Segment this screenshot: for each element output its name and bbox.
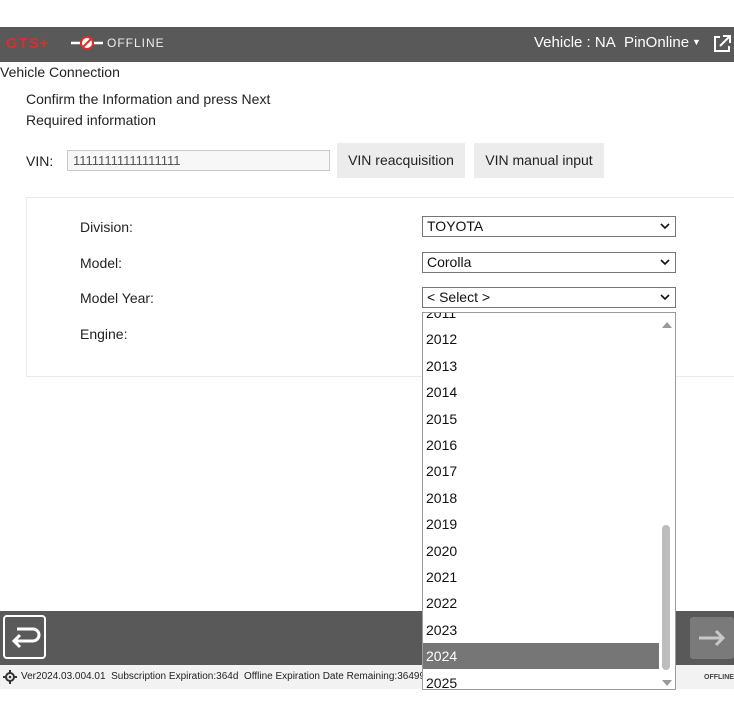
vin-label: VIN:	[26, 153, 54, 169]
model-year-dropdown-list[interactable]: 2011 2012 2013 2014 2015 2016 2017 2018 2019 2020…	[422, 312, 676, 690]
version-text: Ver2024.03.004.01	[21, 671, 106, 682]
vin-manual-input-button[interactable]: VIN manual input	[474, 143, 604, 178]
scroll-down-arrow-icon[interactable]	[661, 678, 673, 688]
model-label: Model:	[80, 255, 123, 271]
chevron-down-icon	[660, 223, 670, 230]
external-link-icon[interactable]	[712, 34, 732, 59]
subscription-text: Subscription Expiration:364d	[111, 671, 239, 682]
dropdown-option-2015[interactable]: 2015	[423, 406, 659, 432]
return-arrow-icon	[11, 627, 41, 649]
division-select-value: TOYOTA	[427, 218, 484, 234]
engine-label: Engine:	[80, 326, 128, 342]
dropdown-option-2012[interactable]: 2012	[423, 326, 659, 352]
model-select[interactable]: Corolla	[422, 252, 676, 273]
app-logo: GTS+	[6, 35, 50, 52]
arrow-right-icon	[699, 629, 726, 647]
dropdown-option-2018[interactable]: 2018	[423, 485, 659, 511]
pin-online-menu-label: PinOnline	[624, 34, 690, 51]
dropdown-option-2024[interactable]: 2024	[423, 643, 659, 670]
dropdown-option-2013[interactable]: 2013	[423, 353, 659, 379]
dropdown-option-2025[interactable]: 2025	[423, 670, 659, 689]
dropdown-option-2023[interactable]: 2023	[423, 617, 659, 643]
chevron-down-icon	[660, 294, 670, 301]
gear-icon	[3, 670, 17, 684]
model-select-value: Corolla	[427, 254, 472, 270]
status-text: Ver2024.03.004.01 Subscription Expiratio…	[21, 671, 431, 682]
vin-input[interactable]	[67, 150, 330, 171]
instruction-text: Confirm the Information and press Next	[26, 91, 271, 107]
dropdown-option-2022[interactable]: 2022	[423, 590, 659, 616]
vin-reacquisition-button[interactable]: VIN reacquisition	[337, 143, 465, 178]
offline-remaining-text: Offline Expiration Date Remaining:36499d	[243, 671, 431, 682]
offline-status-text: OFFLINE	[107, 36, 165, 50]
model-year-label: Model Year:	[80, 290, 154, 306]
offline-small-badge: OFFLINE	[704, 674, 734, 681]
required-info-text: Required information	[26, 112, 156, 128]
model-year-select-value: < Select >	[427, 289, 491, 305]
dropdown-option-2014[interactable]: 2014	[423, 379, 659, 405]
dropdown-option-2020[interactable]: 2020	[423, 538, 659, 564]
top-bar: GTS+ OFFLINE Vehicle : NA PinOnline ▼	[0, 27, 734, 62]
offline-status: OFFLINE	[71, 36, 165, 50]
chevron-down-icon	[660, 259, 670, 266]
dropdown-option-2016[interactable]: 2016	[423, 432, 659, 458]
next-button[interactable]	[690, 617, 734, 659]
caret-down-icon: ▼	[692, 37, 701, 47]
scroll-up-arrow-icon[interactable]	[661, 320, 673, 330]
division-select[interactable]: TOYOTA	[422, 216, 676, 237]
division-label: Division:	[80, 219, 133, 235]
pin-online-menu[interactable]: PinOnline ▼	[624, 34, 701, 51]
dropdown-scrollbar-thumb[interactable]	[662, 525, 670, 670]
vehicle-label: Vehicle : NA	[534, 34, 616, 51]
dropdown-option-2021[interactable]: 2021	[423, 564, 659, 590]
back-button[interactable]	[3, 615, 46, 659]
offline-plug-icon	[71, 36, 103, 50]
model-year-select[interactable]: < Select >	[422, 287, 676, 308]
page-title: Vehicle Connection	[0, 64, 120, 80]
dropdown-option-2019[interactable]: 2019	[423, 511, 659, 537]
dropdown-option-2011[interactable]: 2011	[423, 313, 659, 326]
dropdown-option-2017[interactable]: 2017	[423, 458, 659, 484]
